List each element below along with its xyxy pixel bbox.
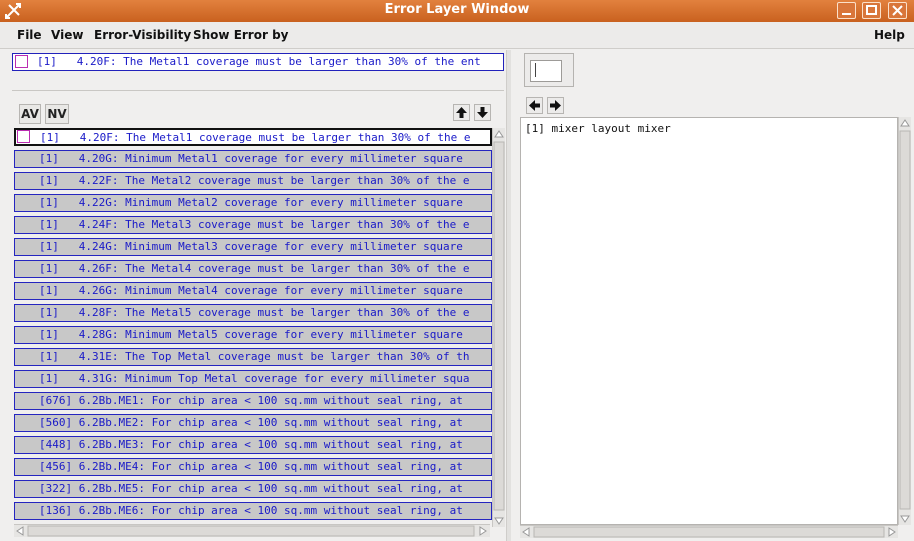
error-row[interactable]: [1] 4.24G: Minimum Metal3 coverage for e…	[14, 238, 492, 256]
window-title: Error Layer Window	[384, 2, 530, 17]
maximize-icon[interactable]	[862, 2, 881, 19]
av-button[interactable]: AV	[19, 104, 41, 124]
error-detail-panel[interactable]: [1] mixer layout mixer	[520, 117, 898, 525]
error-row-text: [1] 4.31G: Minimum Top Metal coverage fo…	[39, 372, 470, 385]
error-row-text: [136] 6.2Bb.ME6: For chip area < 100 sq.…	[39, 504, 463, 517]
error-row-text: [1] 4.20G: Minimum Metal1 coverage for e…	[39, 152, 463, 165]
error-row[interactable]: [1] 4.31E: The Top Metal coverage must b…	[14, 348, 492, 366]
error-row[interactable]: [1] 4.20G: Minimum Metal1 coverage for e…	[14, 150, 492, 168]
error-row-text: [1] 4.26F: The Metal4 coverage must be l…	[39, 262, 470, 275]
error-row[interactable]: [1] 4.22G: Minimum Metal2 coverage for e…	[14, 194, 492, 212]
text-cursor-icon	[535, 63, 536, 77]
error-row-text: [1] 4.22F: The Metal2 coverage must be l…	[39, 174, 470, 187]
current-error-text: [1] 4.20F: The Metal1 coverage must be l…	[37, 55, 481, 68]
error-row-text: [1] 4.20F: The Metal1 coverage must be l…	[40, 131, 471, 144]
error-row-text: [1] 4.28G: Minimum Metal5 coverage for e…	[39, 328, 463, 341]
title-bar[interactable]: Error Layer Window	[0, 0, 914, 23]
error-row[interactable]: [322] 6.2Bb.ME5: For chip area < 100 sq.…	[14, 480, 492, 498]
error-row[interactable]: [676] 6.2Bb.ME1: For chip area < 100 sq.…	[14, 392, 492, 410]
error-row-text: [322] 6.2Bb.ME5: For chip area < 100 sq.…	[39, 482, 463, 495]
menu-file[interactable]: File	[17, 28, 42, 42]
error-row[interactable]: [1] 4.22F: The Metal2 coverage must be l…	[14, 172, 492, 190]
error-row[interactable]: [1] 4.28G: Minimum Metal5 coverage for e…	[14, 326, 492, 344]
error-row-text: [1] 4.24G: Minimum Metal3 coverage for e…	[39, 240, 463, 253]
layout-preview[interactable]	[524, 53, 574, 87]
error-row-text: [560] 6.2Bb.ME2: For chip area < 100 sq.…	[39, 416, 463, 429]
error-row-text: [1] 4.22G: Minimum Metal2 coverage for e…	[39, 196, 463, 209]
error-row[interactable]: [560] 6.2Bb.ME2: For chip area < 100 sq.…	[14, 414, 492, 432]
menu-bar: File View Error-Visibility Show Error by…	[0, 22, 914, 49]
close-icon[interactable]	[888, 2, 907, 19]
arrow-up-icon[interactable]	[453, 104, 470, 121]
error-checkbox[interactable]	[17, 130, 30, 143]
error-row-text: [448] 6.2Bb.ME3: For chip area < 100 sq.…	[39, 438, 463, 451]
error-row-text: [1] 4.28F: The Metal5 coverage must be l…	[39, 306, 470, 319]
pane-splitter[interactable]	[506, 50, 511, 541]
error-row[interactable]: [1] 4.24F: The Metal3 coverage must be l…	[14, 216, 492, 234]
error-row-text: [1] 4.26G: Minimum Metal4 coverage for e…	[39, 284, 463, 297]
error-row[interactable]: [1] 4.31G: Minimum Top Metal coverage fo…	[14, 370, 492, 388]
arrow-down-icon[interactable]	[474, 104, 491, 121]
error-row-text: [1] 4.24F: The Metal3 coverage must be l…	[39, 218, 470, 231]
error-row-text: [456] 6.2Bb.ME4: For chip area < 100 sq.…	[39, 460, 463, 473]
divider	[12, 90, 504, 91]
error-row[interactable]: [1] 4.28F: The Metal5 coverage must be l…	[14, 304, 492, 322]
error-list-vertical-scrollbar[interactable]	[492, 128, 505, 527]
error-row[interactable]: [1] 4.20F: The Metal1 coverage must be l…	[14, 128, 492, 146]
nv-button[interactable]: NV	[45, 104, 69, 124]
detail-vertical-scrollbar[interactable]	[898, 117, 911, 525]
error-row-text: [676] 6.2Bb.ME1: For chip area < 100 sq.…	[39, 394, 463, 407]
arrow-right-icon[interactable]	[547, 97, 564, 114]
error-row[interactable]: [136] 6.2Bb.ME6: For chip area < 100 sq.…	[14, 502, 492, 520]
error-list-horizontal-scrollbar[interactable]	[14, 524, 490, 537]
menu-help[interactable]: Help	[874, 28, 905, 42]
menu-error-visibility[interactable]: Error-Visibility	[94, 28, 191, 42]
error-row[interactable]: [456] 6.2Bb.ME4: For chip area < 100 sq.…	[14, 458, 492, 476]
arrow-left-icon[interactable]	[526, 97, 543, 114]
error-checkbox[interactable]	[15, 55, 28, 68]
error-row-text: [1] 4.31E: The Top Metal coverage must b…	[39, 350, 470, 363]
menu-view[interactable]: View	[51, 28, 83, 42]
error-row[interactable]: [1] 4.26F: The Metal4 coverage must be l…	[14, 260, 492, 278]
menu-show-error-by[interactable]: Show Error by	[193, 28, 288, 42]
minimize-icon[interactable]	[837, 2, 856, 19]
current-error-row[interactable]: [1] 4.20F: The Metal1 coverage must be l…	[12, 53, 504, 71]
detail-horizontal-scrollbar[interactable]	[520, 525, 898, 538]
error-detail-text: [1] mixer layout mixer	[525, 122, 671, 135]
error-row[interactable]: [448] 6.2Bb.ME3: For chip area < 100 sq.…	[14, 436, 492, 454]
error-row[interactable]: [1] 4.26G: Minimum Metal4 coverage for e…	[14, 282, 492, 300]
error-list: [1] 4.20F: The Metal1 coverage must be l…	[14, 128, 492, 527]
